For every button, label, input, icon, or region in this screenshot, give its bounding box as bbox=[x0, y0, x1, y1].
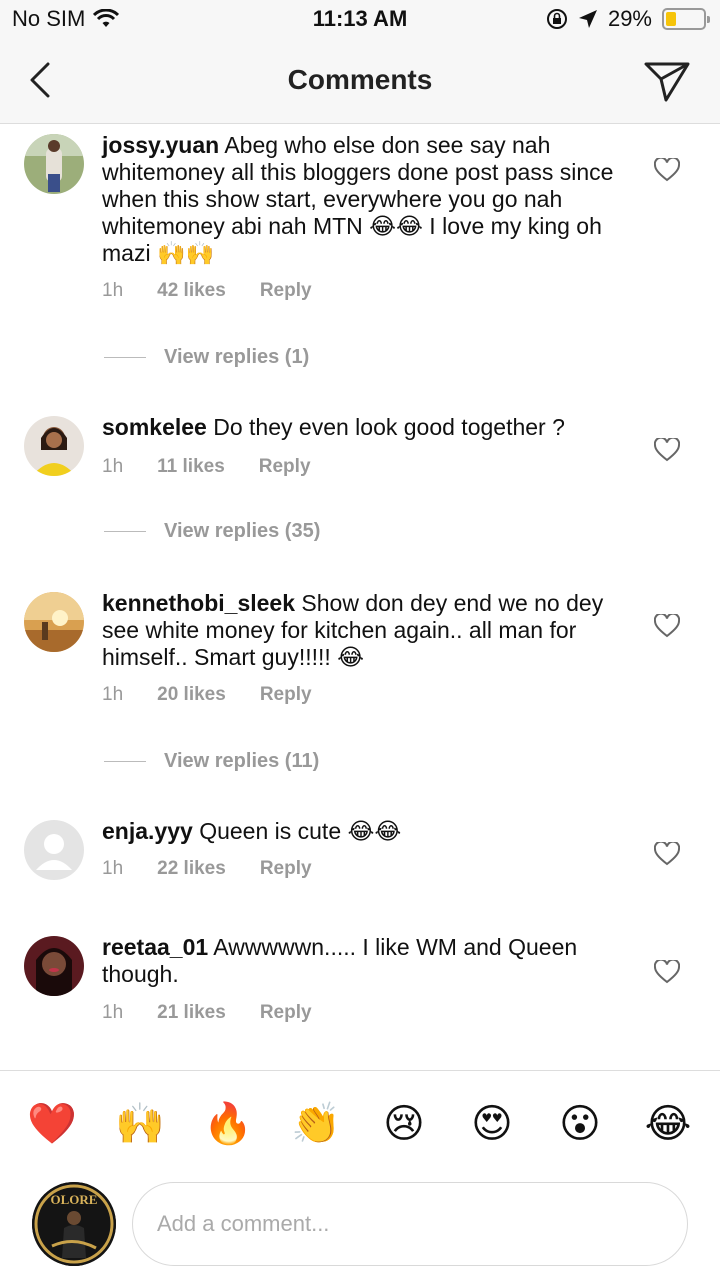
like-heart-icon[interactable] bbox=[654, 614, 680, 638]
comment-meta: 1h 21 likes Reply bbox=[102, 1002, 312, 1024]
avatar[interactable] bbox=[24, 936, 84, 996]
avatar[interactable] bbox=[24, 134, 84, 194]
emoji-fire-button[interactable]: 🔥 bbox=[198, 1102, 258, 1146]
comment-text: reetaa_01 Awwwwwn..... I like WM and Que… bbox=[102, 934, 622, 988]
paper-plane-icon bbox=[644, 62, 690, 102]
like-heart-icon[interactable] bbox=[654, 960, 680, 984]
emoji-crying-button[interactable]: 😢 bbox=[374, 1102, 434, 1146]
comment-meta: 1h 22 likes Reply bbox=[102, 858, 312, 880]
reply-button[interactable]: Reply bbox=[260, 684, 312, 706]
reply-button[interactable]: Reply bbox=[260, 858, 312, 880]
battery-level bbox=[666, 12, 677, 26]
emoji-heart-button[interactable]: ❤️ bbox=[22, 1102, 82, 1146]
comment-time: 1h bbox=[102, 456, 124, 477]
emoji-surprised-button[interactable]: 😮 bbox=[550, 1102, 610, 1146]
comment-text: jossy.yuan Abeg who else don see say nah… bbox=[102, 132, 622, 267]
avatar[interactable] bbox=[24, 416, 84, 476]
page-title: Comments bbox=[287, 64, 433, 95]
view-replies-label: View replies (11) bbox=[164, 750, 320, 772]
like-heart-icon[interactable] bbox=[654, 158, 680, 182]
comment-meta: 1h 20 likes Reply bbox=[102, 684, 312, 706]
comment-text: somkelee Do they even look good together… bbox=[102, 414, 622, 441]
comment-time: 1h bbox=[102, 684, 124, 705]
comment-likes[interactable]: 42 likes bbox=[157, 280, 226, 302]
comment-likes[interactable]: 22 likes bbox=[157, 858, 226, 880]
like-heart-icon[interactable] bbox=[654, 438, 680, 462]
comment-username[interactable]: jossy.yuan bbox=[102, 132, 219, 158]
comments-list[interactable]: jossy.yuan Abeg who else don see say nah… bbox=[0, 124, 720, 1070]
reply-button[interactable]: Reply bbox=[260, 280, 312, 302]
view-replies-button[interactable]: View replies (11) bbox=[104, 750, 319, 773]
comment-username[interactable]: reetaa_01 bbox=[102, 934, 208, 960]
my-avatar: OLORE bbox=[32, 1182, 116, 1266]
emoji-clap-button[interactable]: 👏 bbox=[286, 1102, 346, 1146]
comment-time: 1h bbox=[102, 280, 124, 301]
view-replies-label: View replies (1) bbox=[164, 346, 310, 368]
view-replies-button[interactable]: View replies (35) bbox=[104, 520, 320, 543]
share-button[interactable] bbox=[640, 54, 694, 108]
battery-percent: 29% bbox=[607, 6, 652, 31]
comment-likes[interactable]: 21 likes bbox=[157, 1002, 226, 1024]
comment-composer: OLORE bbox=[0, 1176, 720, 1280]
like-heart-icon[interactable] bbox=[654, 842, 680, 866]
comment-input[interactable] bbox=[132, 1182, 688, 1266]
comment-username[interactable]: somkelee bbox=[102, 414, 207, 440]
avatar[interactable] bbox=[24, 592, 84, 652]
orientation-lock-icon bbox=[546, 9, 567, 29]
divider-line bbox=[104, 761, 146, 762]
comment-body: Do they even look good together ? bbox=[213, 414, 565, 440]
quick-emoji-bar: ❤️ 🙌 🔥 👏 😢 😍 😮 😂 bbox=[0, 1070, 720, 1176]
comment-time: 1h bbox=[102, 858, 124, 879]
avatar[interactable] bbox=[24, 820, 84, 880]
comment-meta: 1h 42 likes Reply bbox=[102, 280, 312, 302]
comment-text: kennethobi_sleek Show don dey end we no … bbox=[102, 590, 622, 671]
comment-meta: 1h 11 likes Reply bbox=[102, 456, 311, 478]
comment-likes[interactable]: 20 likes bbox=[157, 684, 226, 706]
comment-likes[interactable]: 11 likes bbox=[157, 456, 225, 478]
reply-button[interactable]: Reply bbox=[260, 1002, 312, 1024]
comment-body: Queen is cute 😂😂 bbox=[199, 818, 402, 844]
battery-icon bbox=[662, 8, 710, 30]
emoji-tears-of-joy-button[interactable]: 😂 bbox=[638, 1102, 698, 1146]
view-replies-button[interactable]: View replies (1) bbox=[104, 346, 309, 369]
comment-time: 1h bbox=[102, 1002, 124, 1023]
emoji-raised-hands-button[interactable]: 🙌 bbox=[110, 1102, 170, 1146]
status-bar: No SIM 11:13 AM 29% bbox=[0, 0, 720, 40]
nav-bar: Comments bbox=[0, 40, 720, 124]
reply-button[interactable]: Reply bbox=[259, 456, 311, 478]
emoji-heart-eyes-button[interactable]: 😍 bbox=[462, 1102, 522, 1146]
avatar-logo-text: OLORE bbox=[51, 1192, 98, 1207]
view-replies-label: View replies (35) bbox=[164, 520, 321, 542]
status-right: 29% bbox=[546, 6, 710, 32]
divider-line bbox=[104, 357, 146, 358]
comment-username[interactable]: enja.yyy bbox=[102, 818, 193, 844]
divider-line bbox=[104, 531, 146, 532]
comment-username[interactable]: kennethobi_sleek bbox=[102, 590, 295, 616]
location-arrow-icon bbox=[578, 10, 597, 28]
comment-text: enja.yyy Queen is cute 😂😂 bbox=[102, 818, 622, 845]
